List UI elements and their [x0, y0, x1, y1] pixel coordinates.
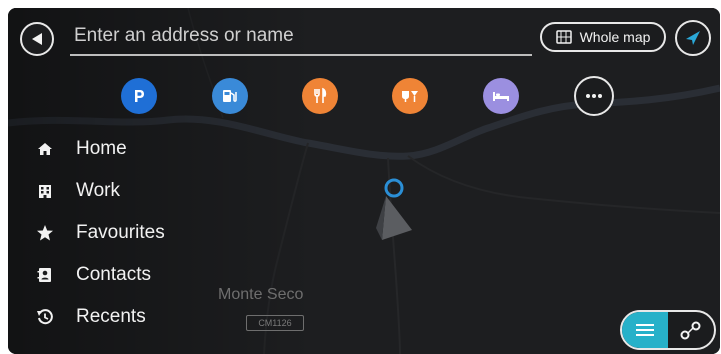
category-bar-button[interactable] [392, 78, 428, 114]
search-bar [70, 16, 532, 56]
menu-item-contacts[interactable]: Contacts [30, 257, 151, 293]
list-view-button[interactable] [622, 312, 668, 348]
restaurant-icon [314, 87, 327, 103]
route-icon [680, 321, 701, 340]
category-restaurant-button[interactable] [302, 78, 338, 114]
hotel-icon [493, 92, 509, 101]
category-hotel-button[interactable] [483, 78, 519, 114]
navigation-arrow-icon [686, 31, 700, 45]
work-icon [30, 183, 60, 199]
current-location-button[interactable] [675, 20, 711, 56]
menu-item-favourites[interactable]: Favourites [30, 215, 165, 251]
home-icon [30, 141, 60, 157]
category-petrol-station-button[interactable] [212, 78, 248, 114]
destination-pin-icon [384, 178, 404, 198]
more-categories-button[interactable] [574, 76, 614, 116]
menu-item-recents[interactable]: Recents [30, 299, 146, 335]
whole-map-button[interactable]: Whole map [540, 22, 666, 52]
more-icon [586, 94, 602, 98]
contacts-icon [30, 267, 60, 283]
menu-item-work[interactable]: Work [30, 173, 120, 209]
route-view-button[interactable] [668, 312, 714, 348]
menu-item-home[interactable]: Home [30, 131, 127, 167]
list-icon [636, 324, 654, 336]
bar-icon [402, 91, 418, 102]
map-place-label: Monte Seco [218, 286, 304, 303]
search-input[interactable] [72, 20, 526, 52]
whole-map-label: Whole map [579, 29, 651, 45]
menu-item-label: Contacts [76, 264, 151, 285]
petrol-station-icon [223, 90, 237, 102]
road-number-label: CM1126 [246, 315, 304, 331]
menu-item-label: Favourites [76, 222, 165, 243]
parking-icon [135, 90, 144, 102]
view-toggle [620, 310, 716, 350]
back-button[interactable] [20, 22, 54, 56]
current-position-marker [376, 178, 412, 240]
map-icon [555, 30, 572, 44]
recents-icon [30, 308, 60, 326]
menu-item-label: Work [76, 180, 120, 201]
back-arrow-icon [32, 33, 42, 45]
navigation-search-screen: Monte Seco CM1126 Whole map [8, 8, 720, 354]
menu-item-label: Home [76, 138, 127, 159]
star-icon [30, 224, 60, 242]
menu-item-label: Recents [76, 306, 146, 327]
category-parking-button[interactable] [121, 78, 157, 114]
